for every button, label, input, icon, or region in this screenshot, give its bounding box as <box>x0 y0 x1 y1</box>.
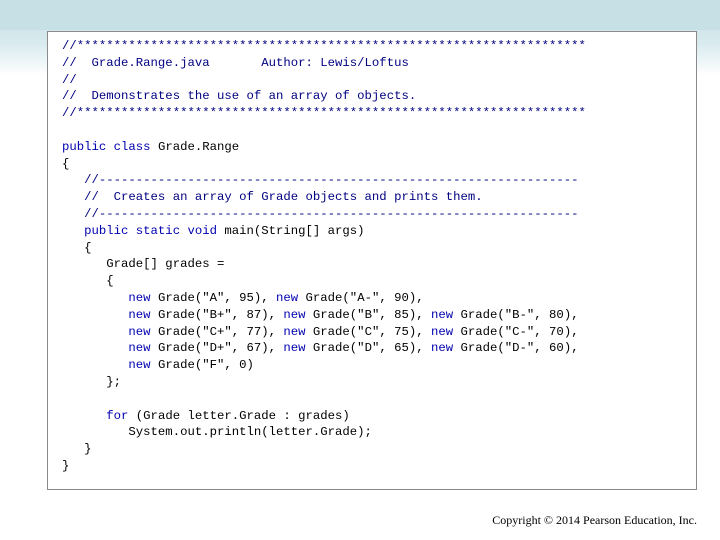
code-text: { <box>62 274 114 289</box>
code-line: //**************************************… <box>62 105 586 122</box>
code-text: Grade("C-", 70), <box>453 324 579 339</box>
code-line: }; <box>62 374 586 391</box>
code-text: Grade[] grades = <box>62 257 225 272</box>
code-keyword: new <box>430 324 454 339</box>
code-text: Grade.Range <box>150 139 240 154</box>
code-keyword: new <box>62 307 151 322</box>
code-line: { <box>62 240 586 257</box>
code-line: } <box>62 441 586 458</box>
code-comment: //--------------------------------------… <box>62 206 579 221</box>
code-text: Grade("B+", 87), <box>150 307 284 322</box>
code-keyword: new <box>283 324 306 339</box>
code-text: Grade("A", 95), <box>150 290 277 305</box>
code-line: // Grade.Range.java Author: Lewis/Loftus <box>62 55 586 72</box>
code-line: for (Grade letter.Grade : grades) <box>62 408 586 425</box>
code-text: Grade("B", 85), <box>305 307 431 322</box>
source-code: //**************************************… <box>62 38 586 475</box>
code-line: //**************************************… <box>62 38 586 55</box>
code-text: }; <box>62 374 122 389</box>
code-comment: // Grade.Range.java Author: Lewis/Loftus <box>62 55 409 70</box>
code-text: Grade("D", 65), <box>305 341 431 356</box>
code-line: //--------------------------------------… <box>62 206 586 223</box>
code-text: } <box>62 458 70 473</box>
code-listing-box: //**************************************… <box>47 31 697 490</box>
code-line: // Creates an array of Grade objects and… <box>62 189 586 206</box>
code-line: // Demonstrates the use of an array of o… <box>62 88 586 105</box>
code-line: public class Grade.Range <box>62 139 586 156</box>
code-text: } <box>62 442 92 457</box>
code-line: new Grade("C+", 77), new Grade("C", 75),… <box>62 324 586 341</box>
code-comment: //--------------------------------------… <box>62 173 579 188</box>
code-line: System.out.println(letter.Grade); <box>62 424 586 441</box>
copyright-text: Copyright © 2014 Pearson Education, Inc. <box>492 513 697 527</box>
code-text: main(String[] args) <box>216 223 365 238</box>
code-text: Grade("C+", 77), <box>150 324 284 339</box>
code-line: //--------------------------------------… <box>62 172 586 189</box>
code-keyword: new <box>62 341 151 356</box>
code-comment: // <box>62 72 77 87</box>
code-keyword: new <box>430 307 454 322</box>
code-line: new Grade("F", 0) <box>62 357 586 374</box>
code-keyword: new <box>430 341 454 356</box>
code-text: { <box>62 240 92 255</box>
code-text: Grade("D+", 67), <box>150 341 284 356</box>
code-line: new Grade("A", 95), new Grade("A-", 90), <box>62 290 586 307</box>
code-text: { <box>62 156 70 171</box>
code-line: } <box>62 458 586 475</box>
code-text: Grade("A-", 90), <box>298 290 424 305</box>
header-band <box>0 0 720 30</box>
code-keyword: for <box>62 408 129 423</box>
code-text: Grade("F", 0) <box>150 358 254 373</box>
code-keyword: new <box>283 307 306 322</box>
code-comment: // Creates an array of Grade objects and… <box>62 190 483 205</box>
code-line: public static void main(String[] args) <box>62 223 586 240</box>
code-line: new Grade("B+", 87), new Grade("B", 85),… <box>62 307 586 324</box>
code-keyword: new <box>62 290 151 305</box>
code-line: // <box>62 72 586 89</box>
code-line: Grade[] grades = <box>62 256 586 273</box>
code-keyword: new <box>276 290 299 305</box>
code-comment: //**************************************… <box>62 106 586 121</box>
code-keyword: public static void <box>62 223 217 238</box>
code-text: Grade("D-", 60), <box>453 341 579 356</box>
code-keyword: new <box>62 324 151 339</box>
code-comment: //**************************************… <box>62 39 586 53</box>
code-text: Grade("C", 75), <box>305 324 431 339</box>
code-text: (Grade letter.Grade : grades) <box>128 408 350 423</box>
code-keyword: new <box>283 341 306 356</box>
code-comment: // Demonstrates the use of an array of o… <box>62 89 417 104</box>
code-text: Grade("B-", 80), <box>453 307 579 322</box>
code-text: System.out.println(letter.Grade); <box>62 425 372 440</box>
code-line: new Grade("D+", 67), new Grade("D", 65),… <box>62 340 586 357</box>
code-keyword: new <box>62 358 151 373</box>
code-keyword: public class <box>62 139 151 154</box>
code-line: { <box>62 156 586 173</box>
code-line: { <box>62 273 586 290</box>
